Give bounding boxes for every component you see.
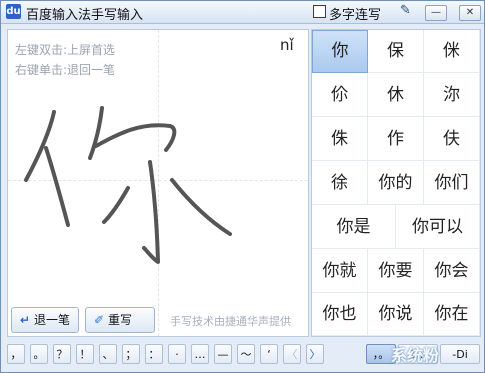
stroke-3 (88, 106, 104, 160)
handwriting-pad[interactable]: 左键双击:上屏首选 右键单击:退回一笔 nǐ ↵ 退一笔 ✐ 重写 手写技术由捷通华… (7, 29, 309, 337)
punct-pause[interactable]: 、 (99, 344, 117, 364)
candidate-3[interactable]: 侎 (424, 30, 480, 73)
candidate-14[interactable]: 你可以 (396, 205, 480, 249)
candidate-13[interactable]: 你是 (312, 205, 396, 249)
multi-char-label[interactable]: 多字连写 (329, 4, 381, 23)
stroke-1 (24, 110, 56, 182)
next-page-button[interactable]: 〉 (306, 344, 324, 364)
candidate-2[interactable]: 保 (368, 30, 424, 73)
candidate-grid: 你 保 侎 伱 休 沵 侏 作 伕 徐 你的 你们 你是 你可以 你就 你要 你… (311, 29, 481, 337)
candidate-5[interactable]: 休 (368, 73, 424, 117)
punct-dash[interactable]: — (214, 344, 232, 364)
du-logo-icon: du (6, 4, 21, 19)
title-bar[interactable]: du 百度输入法手写输入 多字连写 ✎ — ✕ (1, 1, 484, 24)
candidate-8[interactable]: 作 (368, 117, 424, 161)
punct-period[interactable]: 。 (30, 344, 48, 364)
watermark-logo: 系统粉 (391, 346, 440, 365)
minimize-button[interactable]: — (425, 5, 447, 21)
candidate-10[interactable]: 徐 (312, 161, 368, 205)
credit-text: 手写技术由捷通华声提供 (170, 315, 291, 328)
candidate-17[interactable]: 你会 (424, 249, 480, 293)
undo-stroke-button[interactable]: ↵ 退一笔 (11, 307, 79, 333)
undo-stroke-label: 退一笔 (34, 313, 71, 327)
prev-page-button[interactable]: 〈 (283, 344, 301, 364)
punct-quote[interactable]: ‘ (260, 344, 278, 364)
multi-char-checkbox[interactable] (313, 5, 326, 18)
candidate-15[interactable]: 你就 (312, 249, 368, 293)
handwritten-strokes (24, 106, 232, 264)
candidate-20[interactable]: 你在 (424, 293, 480, 336)
punct-tilde[interactable]: ～ (237, 344, 255, 364)
candidate-1[interactable]: 你 (312, 30, 368, 73)
punct-middle-dot[interactable]: · (168, 344, 186, 364)
punct-semicolon[interactable]: ； (122, 344, 140, 364)
punct-colon[interactable]: ： (145, 344, 163, 364)
close-button[interactable]: ✕ (459, 5, 481, 21)
stroke-4 (94, 123, 177, 152)
mode-symbol-button[interactable]: -Di (440, 344, 480, 364)
candidate-18[interactable]: 你也 (312, 293, 368, 336)
stroke-7 (170, 178, 232, 236)
stroke-6 (102, 186, 130, 224)
punct-ellipsis[interactable]: … (191, 344, 209, 364)
stroke-5 (142, 160, 160, 264)
candidate-19[interactable]: 你说 (368, 293, 424, 336)
candidate-16[interactable]: 你要 (368, 249, 424, 293)
rewrite-label: 重写 (108, 313, 133, 327)
enter-arrow-icon: ↵ (19, 313, 31, 327)
rewrite-button[interactable]: ✐ 重写 (85, 307, 155, 333)
window-title: 百度输入法手写输入 (26, 8, 144, 23)
candidate-4[interactable]: 伱 (312, 73, 368, 117)
eraser-icon: ✐ (93, 313, 105, 327)
candidate-7[interactable]: 侏 (312, 117, 368, 161)
pin-icon[interactable]: ✎ (400, 3, 411, 18)
punct-comma[interactable]: ， (7, 344, 25, 364)
candidate-9[interactable]: 伕 (424, 117, 480, 161)
candidate-11[interactable]: 你的 (368, 161, 424, 205)
stroke-2 (44, 146, 70, 227)
candidate-6[interactable]: 沵 (424, 73, 480, 117)
punct-exclaim[interactable]: ！ (76, 344, 94, 364)
candidate-12[interactable]: 你们 (424, 161, 480, 205)
handwriting-window: du 百度输入法手写输入 多字连写 ✎ — ✕ 左键双击:上屏首选 右键单击:退… (0, 0, 485, 373)
punct-question[interactable]: ？ (53, 344, 71, 364)
